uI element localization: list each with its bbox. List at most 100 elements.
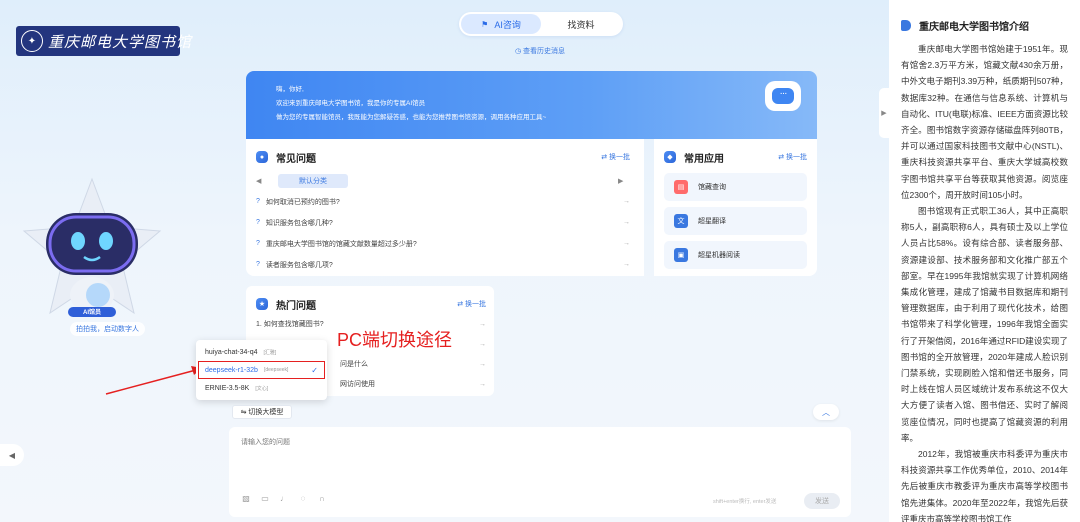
welcome-banner: 嗨，你好, 欢迎来到重庆邮电大学图书馆，我是你的专属AI馆员 做为您的专属智能馆…	[246, 71, 817, 139]
arrow-right-icon: →	[623, 219, 630, 226]
arrow-right-icon: →	[623, 198, 630, 205]
university-emblem-icon: ✦	[21, 30, 43, 52]
hot-item-text: 问是什么	[340, 361, 368, 368]
library-logo[interactable]: ✦ 重庆邮电大学图书馆	[16, 26, 191, 56]
faq-item-text: 知识服务包含哪几种?	[265, 219, 333, 227]
app-item-catalog-search[interactable]: ▤ 馆藏查询	[664, 173, 807, 201]
hot-icon: ★	[256, 298, 268, 310]
panel-title: 重庆邮电大学图书馆介绍	[919, 22, 1029, 33]
app-item-translate[interactable]: 文 超星翻译	[664, 207, 807, 235]
tab-label: AI咨询	[494, 19, 521, 30]
translate-icon: 文	[674, 214, 688, 228]
faq-item[interactable]: ? 如何取消已预约的图书? →	[256, 191, 630, 212]
apps-card: ◆ 常用应用 ⇄ 换一批 ▤ 馆藏查询 文 超星翻译 ▣ 超星机器阅读	[654, 139, 817, 276]
apps-refresh-button[interactable]: ⇄ 换一批	[778, 152, 807, 162]
history-label: 查看历史消息	[523, 48, 566, 55]
question-icon: ?	[256, 198, 260, 205]
banner-line1: 欢迎来到重庆邮电大学图书馆，我是你的专属AI馆员	[276, 100, 426, 107]
input-hint: shift+enter换行, enter发送	[713, 499, 777, 505]
category-pill[interactable]: 默认分类	[278, 174, 348, 188]
question-icon: ?	[256, 240, 260, 247]
banner-line2: 做为您的专属智能馆员，我既能为您解疑答惑，也能为您推荐图书馆资源，调用各种应用工…	[276, 114, 547, 121]
faq-item[interactable]: ? 读者服务包含哪几项? →	[256, 254, 630, 275]
send-button[interactable]: 发送	[804, 493, 840, 509]
expand-right-icon[interactable]: ▶	[879, 88, 889, 138]
apps-icon: ◆	[664, 151, 676, 163]
folder-icon[interactable]: ▭	[260, 494, 270, 504]
app-label: 超星机器阅读	[698, 252, 740, 259]
model-name: ERNIE-3.5-8K	[205, 384, 250, 392]
clock-icon: ◷	[514, 48, 522, 55]
chat-input-box: ▧ ▭ ♩ ◌ ∩ shift+enter换行, enter发送 发送	[229, 427, 851, 517]
question-input[interactable]	[241, 437, 837, 487]
arrow-right-icon: →	[623, 240, 630, 247]
faq-title: 常见问题	[276, 153, 316, 165]
mascot-badge: AI馆员	[83, 310, 102, 316]
faq-item-text: 重庆邮电大学图书馆的馆藏文献数量超过多少册?	[265, 240, 417, 248]
model-tag: [deepseek]	[263, 367, 289, 373]
model-option-ernie[interactable]: ERNIE-3.5-8K [文心]	[196, 379, 327, 397]
faq-refresh-button[interactable]: ⇄ 换一批	[601, 152, 630, 162]
refresh-label: 换一批	[465, 301, 486, 308]
model-dropdown: huiya-chat-34-q4 [汇雅] deepseek-r1-32b [d…	[196, 340, 327, 400]
model-option-huiya[interactable]: huiya-chat-34-q4 [汇雅]	[196, 343, 327, 361]
hot-item-text: 网访问使用	[340, 381, 375, 388]
app-label: 馆藏查询	[698, 184, 726, 191]
model-tag: [汇雅]	[263, 349, 277, 356]
headset-icon[interactable]: ∩	[317, 494, 327, 504]
tab-ai-consult[interactable]: ⚑ AI咨询	[461, 14, 541, 34]
intro-paragraph: 2012年，我馆被重庆市科委评为重庆市科技资源共享工作优秀单位，2010、201…	[901, 449, 1068, 522]
panel-marker-icon	[901, 20, 911, 31]
intro-paragraph: 重庆邮电大学图书馆始建于1951年。现有馆舍2.3万平方米，馆藏文献430余万册…	[901, 44, 1068, 200]
chat-bubble-icon: ···	[765, 81, 801, 111]
model-name: deepseek-r1-32b	[205, 366, 258, 374]
history-link[interactable]: ◷ 查看历史消息	[500, 46, 580, 56]
apps-title: 常用应用	[684, 153, 724, 165]
chat-icon[interactable]: ◌	[298, 494, 308, 504]
category-prev-icon[interactable]: ◀	[256, 177, 268, 185]
switch-model-button[interactable]: ⇋ 切换大模型	[232, 405, 292, 419]
arrow-right-icon: →	[479, 320, 486, 328]
hot-refresh-button[interactable]: ⇄ 换一批	[457, 299, 486, 309]
reader-icon: ▣	[674, 248, 688, 262]
arrow-right-icon: →	[479, 340, 486, 348]
start-digital-human-button[interactable]: 拍拍我，启动数字人	[70, 322, 145, 336]
hot-title: 热门问题	[276, 300, 316, 312]
refresh-label: 换一批	[786, 154, 807, 161]
microphone-icon[interactable]: ♩	[279, 494, 289, 504]
model-tag: [文心]	[255, 385, 269, 392]
question-icon: ?	[256, 261, 260, 268]
collapse-up-icon[interactable]: ︿	[813, 404, 839, 420]
question-icon: ?	[256, 219, 260, 226]
category-next-icon[interactable]: ▶	[618, 177, 630, 185]
library-intro-panel: 重庆邮电大学图书馆介绍 重庆邮电大学图书馆始建于1951年。现有馆舍2.3万平方…	[889, 0, 1080, 522]
model-name: huiya-chat-34-q4	[205, 348, 258, 356]
faq-icon: ●	[256, 151, 268, 163]
mode-tabs: ⚑ AI咨询 找资料	[459, 12, 623, 36]
banner-greeting: 嗨，你好,	[276, 86, 304, 93]
expand-left-icon[interactable]: ◀	[0, 444, 24, 466]
app-item-machine-reading[interactable]: ▣ 超星机器阅读	[664, 241, 807, 269]
intro-paragraph: 图书馆现有正式职工36人，其中正高职称5人，副高职称6人，具有硕士及以上学位人员…	[901, 206, 1068, 443]
tab-find-resources[interactable]: 找资料	[541, 14, 621, 34]
book-search-icon: ▤	[674, 180, 688, 194]
check-icon: ✓	[311, 365, 318, 375]
model-option-deepseek[interactable]: deepseek-r1-32b [deepseek] ✓	[198, 361, 325, 379]
tab-label: 找资料	[567, 19, 595, 30]
faq-card: ● 常见问题 ⇄ 换一批 ◀ 默认分类 ▶ ? 如何取消已预约的图书? → ? 知识服…	[246, 139, 644, 276]
refresh-label: 换一批	[609, 154, 630, 161]
annotation-arrow-icon	[105, 366, 202, 395]
arrow-right-icon: →	[479, 360, 486, 368]
faq-item[interactable]: ? 重庆邮电大学图书馆的馆藏文献数量超过多少册? →	[256, 233, 630, 254]
app-label: 超星翻译	[698, 218, 726, 225]
swap-icon: ⇋	[240, 409, 247, 416]
arrow-right-icon: →	[479, 380, 486, 388]
image-icon[interactable]: ▧	[241, 494, 251, 504]
faq-item[interactable]: ? 知识服务包含哪几种? →	[256, 212, 630, 233]
flag-icon: ⚑	[481, 19, 489, 29]
logo-text: 重庆邮电大学图书馆	[48, 32, 193, 51]
faq-item-text: 读者服务包含哪几项?	[265, 261, 333, 269]
arrow-right-icon: →	[623, 261, 630, 268]
faq-item-text: 如何取消已预约的图书?	[265, 198, 340, 206]
annotation-text: PC端切换途径	[337, 330, 453, 350]
